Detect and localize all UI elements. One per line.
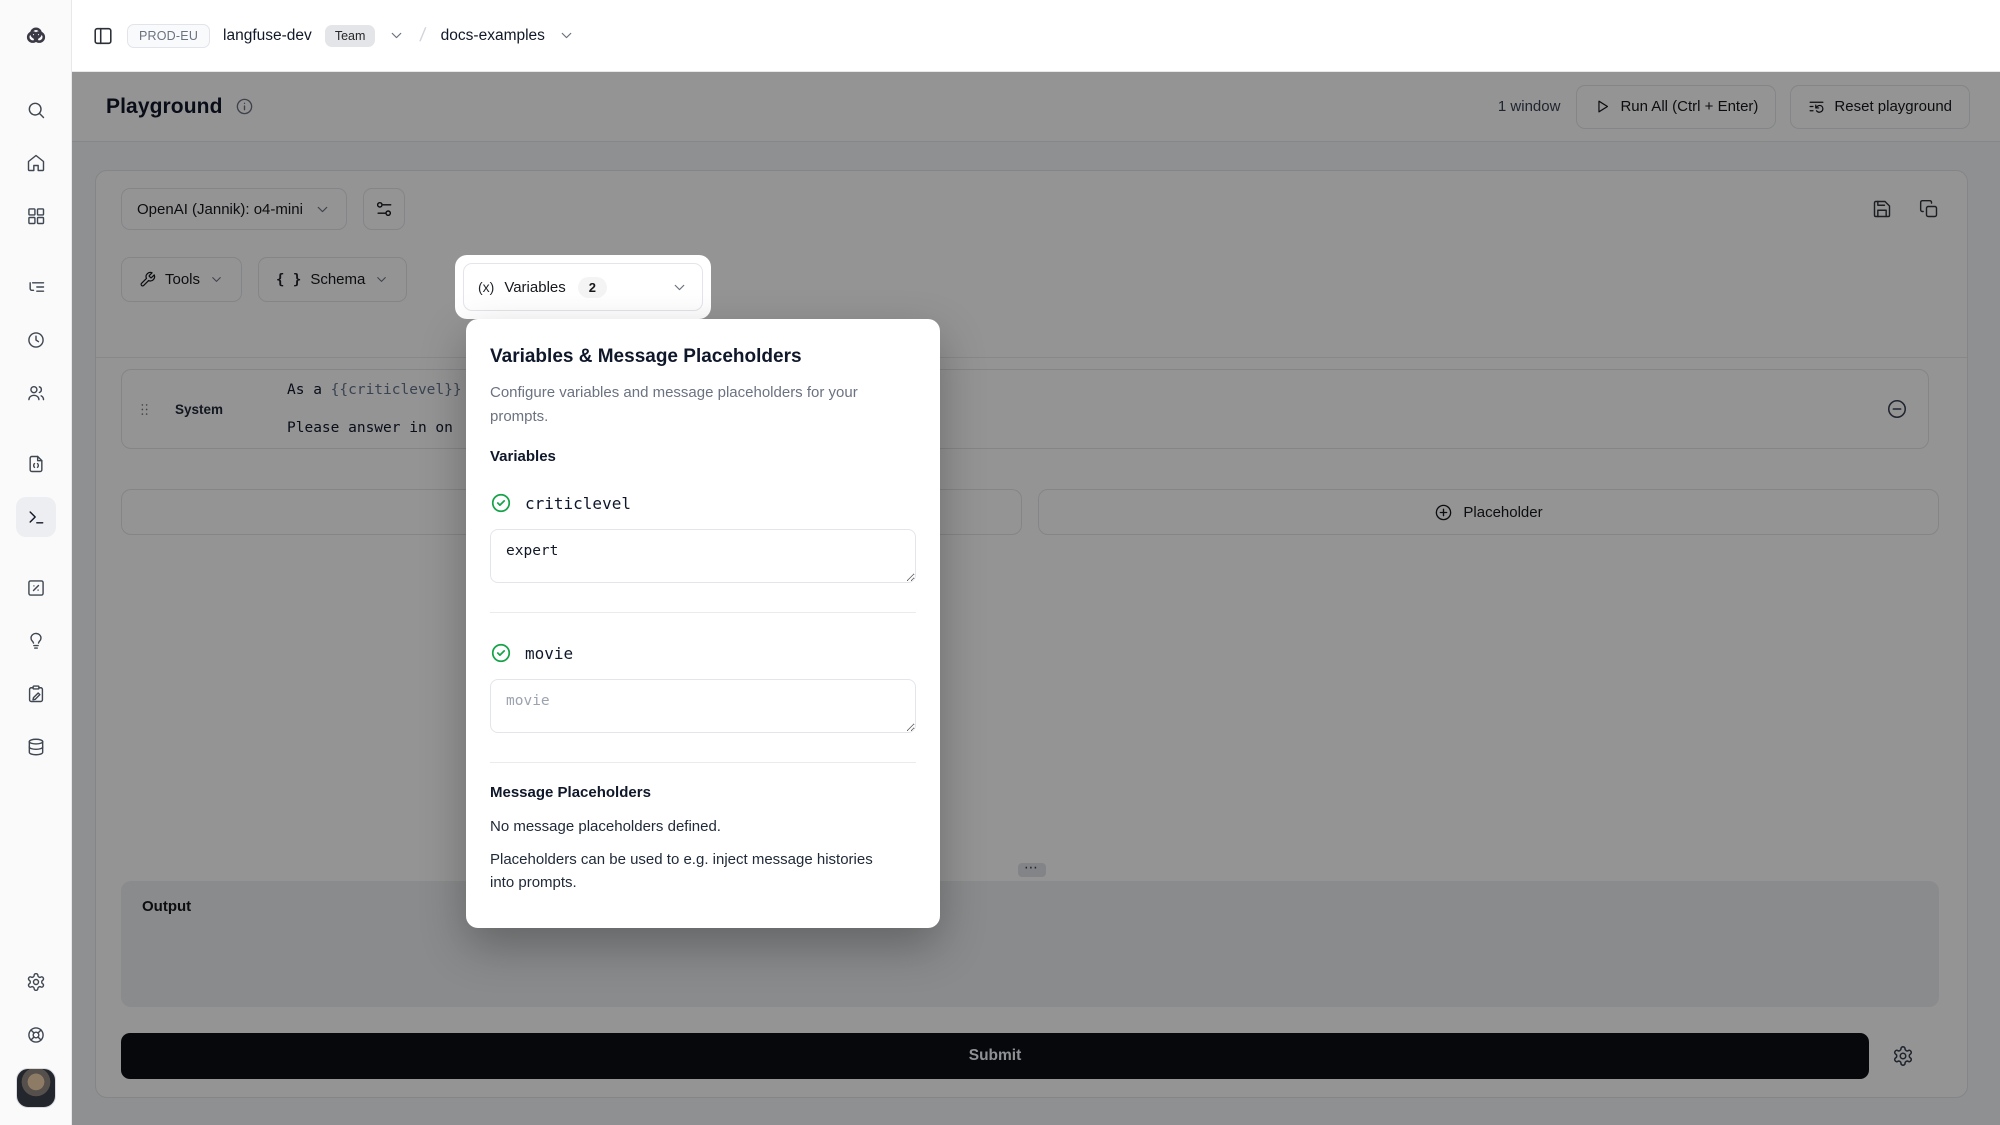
variables-popover: Variables & Message Placeholders Configu… (466, 319, 940, 928)
check-circle-icon (490, 492, 512, 514)
sidebar-item-insights[interactable] (16, 621, 56, 661)
top-navigation-bar: PROD-EU langfuse-dev Team / docs-example… (72, 0, 2000, 72)
sidebar-item-evaluation[interactable] (16, 568, 56, 608)
variable-name: movie (525, 644, 573, 663)
panel-left-icon (92, 25, 114, 47)
sidebar-item-home[interactable] (16, 143, 56, 183)
variables-section-heading: Variables (490, 447, 916, 467)
sidebar-item-prompts[interactable] (16, 444, 56, 484)
modal-overlay[interactable] (72, 72, 2000, 1125)
sidebar-item-support[interactable] (16, 1015, 56, 1055)
user-avatar[interactable] (16, 1068, 56, 1108)
langfuse-logo (0, 0, 71, 72)
gear-icon (26, 972, 46, 992)
variable-value-input[interactable] (490, 679, 916, 733)
terminal-icon (26, 507, 46, 527)
placeholders-section-heading: Message Placeholders (490, 783, 916, 803)
placeholders-help-text: Placeholders can be used to e.g. inject … (490, 848, 882, 894)
sidebar-item-settings[interactable] (16, 962, 56, 1002)
org-name[interactable]: langfuse-dev (223, 27, 312, 45)
home-icon (26, 153, 46, 173)
sidebar-item-datasets[interactable] (16, 727, 56, 767)
divider (490, 762, 916, 763)
sidebar-item-users[interactable] (16, 373, 56, 413)
placeholders-empty-text: No message placeholders defined. (490, 815, 916, 838)
sidebar-item-annotation[interactable] (16, 674, 56, 714)
dashboard-icon (26, 206, 46, 226)
sidebar-item-tracing[interactable] (16, 267, 56, 307)
breadcrumb-separator: / (419, 25, 427, 47)
clipboard-pen-icon (26, 684, 46, 704)
environment-badge: PROD-EU (127, 24, 210, 48)
popover-title: Variables & Message Placeholders (490, 345, 916, 369)
variable-icon: (x) (478, 279, 494, 295)
lifebuoy-icon (26, 1025, 46, 1045)
check-circle-icon (490, 642, 512, 664)
variables-dropdown-button[interactable]: (x) Variables 2 (463, 263, 703, 311)
variables-count-badge: 2 (578, 277, 607, 298)
variables-button-highlight: (x) Variables 2 (455, 255, 711, 319)
database-icon (26, 737, 46, 757)
project-name[interactable]: docs-examples (441, 27, 545, 45)
popover-subtitle: Configure variables and message placehol… (490, 381, 862, 429)
lightbulb-icon (26, 631, 46, 651)
divider (490, 612, 916, 613)
sidebar-item-sessions[interactable] (16, 320, 56, 360)
square-percent-icon (26, 578, 46, 598)
search-icon (26, 100, 46, 120)
sidebar-item-search[interactable] (16, 90, 56, 130)
variable-item: movie (490, 641, 916, 665)
file-code-icon (26, 454, 46, 474)
sidebar-item-dashboards[interactable] (16, 196, 56, 236)
org-switcher-chevron-icon[interactable] (388, 27, 405, 44)
users-icon (26, 383, 46, 403)
chevron-down-icon (671, 279, 688, 296)
project-switcher-chevron-icon[interactable] (558, 27, 575, 44)
variable-value-input[interactable]: expert (490, 529, 916, 583)
sidebar-rail (0, 0, 72, 1125)
variable-name: criticlevel (525, 494, 631, 513)
clock-icon (26, 330, 46, 350)
org-type-badge: Team (325, 25, 376, 47)
sidebar-item-playground[interactable] (16, 497, 56, 537)
variable-item: criticlevel (490, 491, 916, 515)
sidebar-toggle-button[interactable] (92, 25, 114, 47)
list-tree-icon (26, 277, 46, 297)
